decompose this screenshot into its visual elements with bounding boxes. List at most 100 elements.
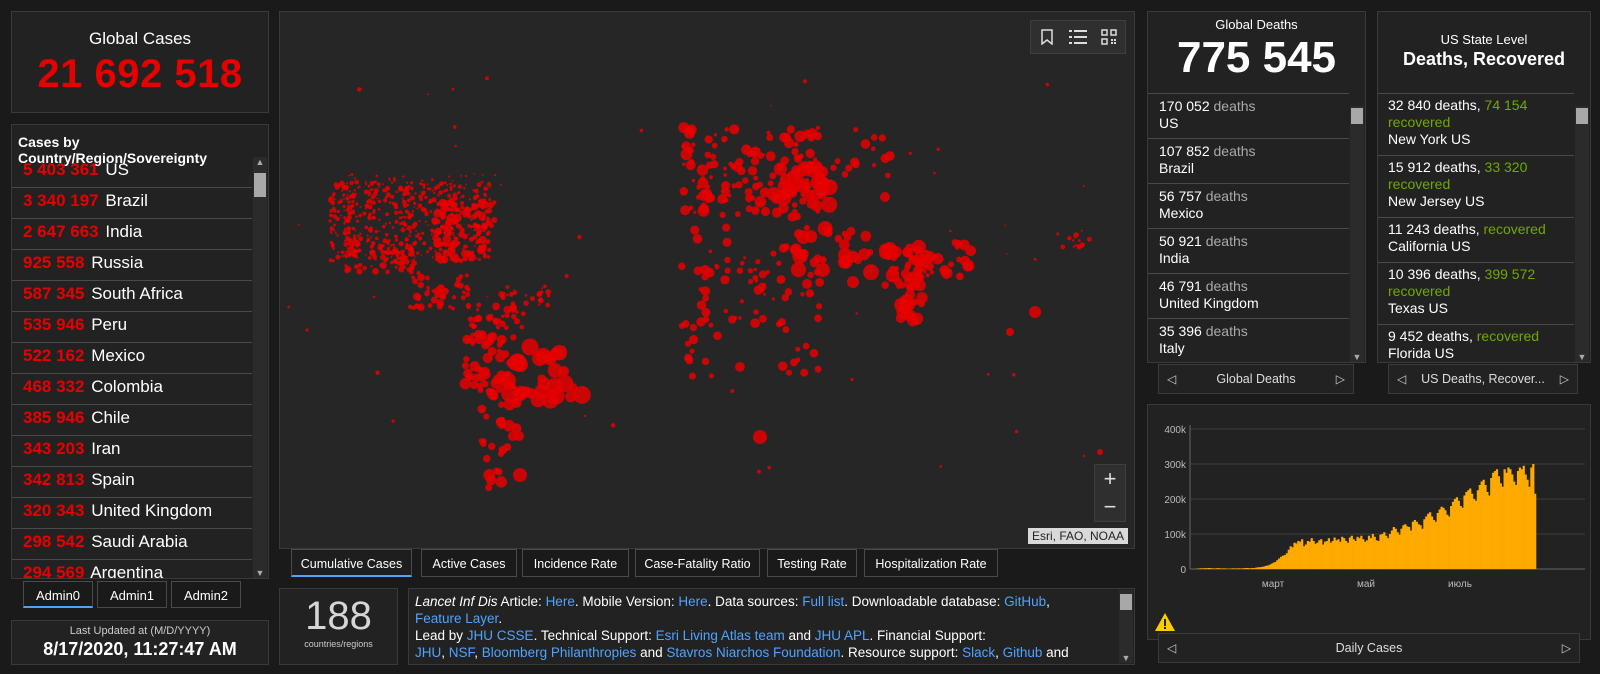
case-bubble[interactable] xyxy=(685,147,691,152)
case-bubble[interactable] xyxy=(366,234,369,237)
daily-case-bar[interactable] xyxy=(1373,536,1376,569)
case-bubble[interactable] xyxy=(610,423,616,428)
case-bubble[interactable] xyxy=(373,188,379,193)
daily-case-bar[interactable] xyxy=(1402,525,1405,569)
case-bubble[interactable] xyxy=(483,413,490,420)
next-arrow-icon[interactable]: ▷ xyxy=(1560,372,1569,386)
case-bubble[interactable] xyxy=(433,191,436,195)
daily-case-bar[interactable] xyxy=(1413,520,1416,569)
daily-case-bar[interactable] xyxy=(1423,519,1426,569)
case-bubble[interactable] xyxy=(464,291,471,298)
case-bubble[interactable] xyxy=(776,275,786,284)
daily-case-bar[interactable] xyxy=(1474,500,1478,569)
case-bubble[interactable] xyxy=(364,189,369,195)
case-bubble[interactable] xyxy=(508,353,527,372)
daily-case-bar[interactable] xyxy=(1471,493,1474,569)
case-bubble[interactable] xyxy=(385,249,392,256)
daily-case-bar[interactable] xyxy=(1281,555,1285,569)
case-bubble[interactable] xyxy=(1056,232,1060,236)
case-bubble[interactable] xyxy=(346,193,349,196)
case-bubble[interactable] xyxy=(809,348,819,358)
case-bubble[interactable] xyxy=(777,361,788,372)
case-bubble[interactable] xyxy=(564,274,569,279)
case-bubble[interactable] xyxy=(431,256,434,259)
daily-case-bar[interactable] xyxy=(1438,509,1441,570)
case-bubble[interactable] xyxy=(332,209,337,213)
case-bubble[interactable] xyxy=(477,404,487,414)
daily-case-bar[interactable] xyxy=(1220,568,1224,569)
case-bubble[interactable] xyxy=(381,244,385,248)
country-list-item[interactable]: 468 332 Colombia xyxy=(12,374,252,405)
daily-case-bar[interactable] xyxy=(1203,568,1206,569)
case-bubble[interactable] xyxy=(488,198,492,202)
case-bubble[interactable] xyxy=(510,334,517,341)
case-bubble[interactable] xyxy=(705,184,711,190)
case-bubble[interactable] xyxy=(398,222,402,226)
case-bubble[interactable] xyxy=(384,189,388,193)
case-bubble[interactable] xyxy=(496,341,503,348)
case-bubble[interactable] xyxy=(416,297,421,302)
case-bubble[interactable] xyxy=(425,275,430,281)
case-bubble[interactable] xyxy=(489,186,492,188)
case-bubble[interactable] xyxy=(406,191,411,196)
case-bubble[interactable] xyxy=(452,231,455,234)
case-bubble[interactable] xyxy=(794,142,798,146)
case-bubble[interactable] xyxy=(755,259,761,265)
case-bubble[interactable] xyxy=(371,244,374,247)
case-bubble[interactable] xyxy=(394,210,399,215)
case-bubble[interactable] xyxy=(855,312,858,315)
case-bubble[interactable] xyxy=(678,122,690,134)
daily-case-bar[interactable] xyxy=(1448,516,1451,570)
daily-case-bar[interactable] xyxy=(1247,568,1250,569)
case-bubble[interactable] xyxy=(402,175,405,178)
case-bubble[interactable] xyxy=(414,192,417,195)
case-bubble[interactable] xyxy=(483,186,488,191)
case-bubble[interactable] xyxy=(475,239,480,245)
case-bubble[interactable] xyxy=(343,209,346,212)
case-bubble[interactable] xyxy=(344,250,348,254)
case-bubble[interactable] xyxy=(353,264,359,270)
case-bubble[interactable] xyxy=(779,132,790,143)
case-bubble[interactable] xyxy=(1060,244,1066,250)
daily-case-bar[interactable] xyxy=(1505,472,1508,569)
case-bubble[interactable] xyxy=(390,255,393,258)
case-bubble[interactable] xyxy=(329,231,333,234)
case-bubble[interactable] xyxy=(802,278,812,289)
case-bubble[interactable] xyxy=(762,282,766,287)
daily-case-bar[interactable] xyxy=(1520,469,1523,569)
case-bubble[interactable] xyxy=(500,416,505,422)
case-bubble[interactable] xyxy=(878,134,886,142)
scroll-down-icon[interactable]: ▼ xyxy=(1575,352,1589,362)
case-bubble[interactable] xyxy=(499,349,504,355)
daily-case-bar[interactable] xyxy=(1514,485,1518,569)
case-bubble[interactable] xyxy=(410,181,413,184)
case-bubble[interactable] xyxy=(468,233,470,236)
case-bubble[interactable] xyxy=(688,205,694,211)
country-list-item[interactable]: 522 162 Mexico xyxy=(12,343,252,374)
case-bubble[interactable] xyxy=(805,148,815,159)
case-bubble[interactable] xyxy=(1005,252,1008,255)
case-bubble[interactable] xyxy=(424,195,428,200)
case-bubble[interactable] xyxy=(817,221,833,236)
case-bubble[interactable] xyxy=(391,226,395,229)
scrollbar-thumb[interactable] xyxy=(1120,594,1132,610)
case-bubble[interactable] xyxy=(885,172,891,179)
case-bubble[interactable] xyxy=(438,247,443,252)
case-bubble[interactable] xyxy=(417,281,425,289)
case-bubble[interactable] xyxy=(359,232,362,236)
daily-case-bar[interactable] xyxy=(1385,535,1388,569)
case-bubble[interactable] xyxy=(426,183,429,186)
case-bubble[interactable] xyxy=(355,202,359,206)
case-bubble[interactable] xyxy=(375,370,380,375)
case-bubble[interactable] xyxy=(739,299,744,304)
case-bubble[interactable] xyxy=(807,135,815,142)
case-bubble[interactable] xyxy=(357,87,362,92)
case-bubble[interactable] xyxy=(348,174,351,177)
case-bubble[interactable] xyxy=(763,293,766,296)
daily-case-bar[interactable] xyxy=(1513,481,1516,570)
case-bubble[interactable] xyxy=(452,234,455,237)
case-bubble[interactable] xyxy=(332,197,336,201)
case-bubble[interactable] xyxy=(870,146,876,152)
case-bubble[interactable] xyxy=(374,229,379,234)
country-list-item[interactable]: 2 647 663 India xyxy=(12,219,252,250)
